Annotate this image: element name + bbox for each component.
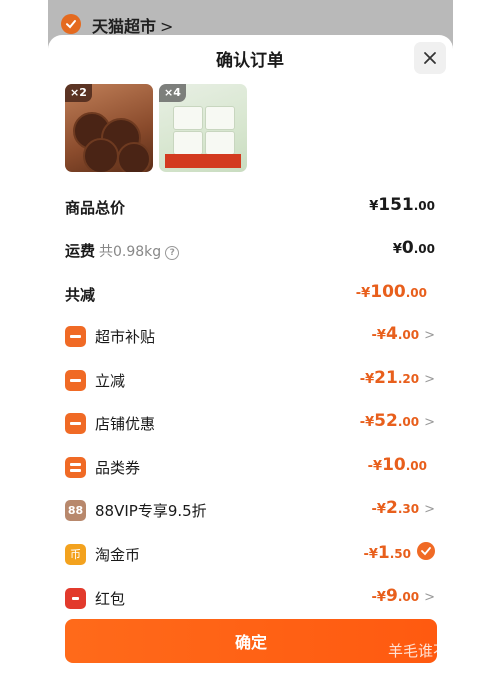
discount-amount: -¥21.20 > <box>359 368 435 388</box>
shipping-row: 运费 共0.98kg? ¥0.00 <box>65 236 435 264</box>
product-thumbnail-cookies[interactable]: ×2 <box>65 84 153 172</box>
discount-row-supermarket-subsidy[interactable]: 超市补贴 -¥4.00 > <box>65 322 435 350</box>
cookie-image <box>117 142 151 172</box>
discount-row-instant-reduction[interactable]: 立减 -¥21.20 > <box>65 366 435 394</box>
cookie-image <box>83 138 119 172</box>
total-price-row: 商品总价 ¥151.00 <box>65 193 435 221</box>
ticket-icon <box>65 457 86 478</box>
discount-label: 品类券 <box>95 459 141 477</box>
discount-label: 店铺优惠 <box>95 415 156 433</box>
chevron-right-icon: > <box>424 372 435 387</box>
chevron-right-icon: > <box>424 502 435 517</box>
chevron-right-icon: > <box>160 17 174 36</box>
discount-row-taobao-coins[interactable]: 币 淘金币 -¥1.50 <box>65 540 435 568</box>
close-icon <box>424 52 436 64</box>
discount-label: 淘金币 <box>95 546 141 564</box>
vip-88-icon: 88 <box>65 500 86 521</box>
total-reduction-row: 共减 -¥100.00 <box>65 280 435 308</box>
help-icon[interactable]: ? <box>165 246 180 260</box>
shop-name-label: 天猫超市 <box>92 17 157 36</box>
package-image <box>173 131 203 155</box>
check-icon[interactable] <box>61 14 81 34</box>
discount-row-category-coupon[interactable]: 品类券 -¥10.00 <box>65 453 435 481</box>
coin-icon: 币 <box>65 544 86 565</box>
package-banner <box>165 154 241 168</box>
confirm-button[interactable]: 确定 <box>65 619 437 663</box>
package-image <box>205 106 235 130</box>
discount-label: 88VIP专享9.5折 <box>95 502 207 520</box>
total-price-amount: ¥151.00 <box>369 195 435 215</box>
discount-label: 红包 <box>95 590 126 608</box>
discount-row-store-offer[interactable]: 店铺优惠 -¥52.00 > <box>65 409 435 437</box>
discount-amount: -¥52.00 > <box>359 411 435 431</box>
red-packet-icon <box>65 588 86 609</box>
background-right <box>453 0 500 677</box>
discount-amount: -¥10.00 <box>367 455 427 475</box>
discount-amount: -¥1.50 <box>363 542 435 563</box>
chevron-right-icon: > <box>424 328 435 343</box>
discount-row-88vip[interactable]: 88 88VIP专享9.5折 -¥2.30 > <box>65 496 435 524</box>
close-button[interactable] <box>414 42 446 74</box>
package-image <box>205 131 235 155</box>
total-reduction-amount: -¥100.00 <box>355 282 427 302</box>
background-left <box>0 0 48 677</box>
chevron-right-icon: > <box>424 415 435 430</box>
discount-amount: -¥2.30 > <box>371 498 435 518</box>
chevron-right-icon: > <box>424 590 435 605</box>
coupon-icon <box>65 370 86 391</box>
shop-name[interactable]: 天猫超市 > <box>92 13 173 37</box>
product-thumbnail-package[interactable]: ×4 <box>159 84 247 172</box>
shipping-label: 运费 共0.98kg? <box>65 240 180 261</box>
quantity-badge: ×2 <box>65 84 92 102</box>
shipping-amount: ¥0.00 <box>392 238 435 258</box>
discount-row-red-packet[interactable]: 红包 -¥9.00 > <box>65 584 435 612</box>
discount-amount: -¥4.00 > <box>371 324 435 344</box>
total-price-label: 商品总价 <box>65 199 126 217</box>
discount-label: 立减 <box>95 372 126 390</box>
discount-amount: -¥9.00 > <box>371 586 435 606</box>
discount-label: 超市补贴 <box>95 328 156 346</box>
watermark: 羊毛谁不爱 <box>388 642 464 660</box>
package-image <box>173 106 203 130</box>
coupon-icon <box>65 413 86 434</box>
coupon-icon <box>65 326 86 347</box>
total-reduction-label: 共减 <box>65 286 96 304</box>
check-icon[interactable] <box>417 542 435 560</box>
shipping-weight: 共0.98kg <box>99 244 162 260</box>
quantity-badge: ×4 <box>159 84 186 102</box>
